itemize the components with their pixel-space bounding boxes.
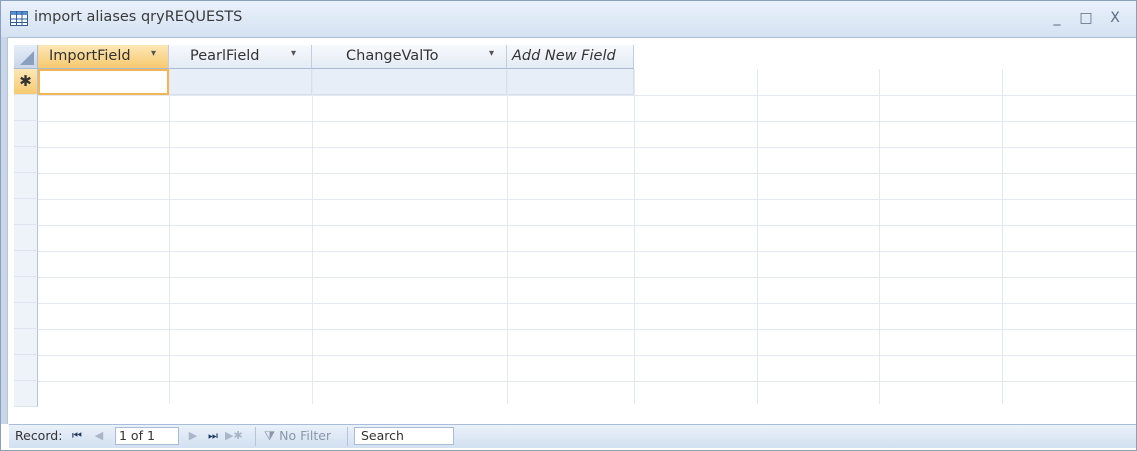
grid-row-line (14, 303, 1136, 304)
new-record-marker[interactable]: ✱ (14, 69, 38, 95)
row-selector (14, 225, 38, 251)
grid-column-line (312, 69, 313, 404)
column-header-pearlfield[interactable]: PearlField ▾ (169, 45, 312, 69)
filter-label: No Filter (279, 428, 332, 443)
grid-row-line (14, 355, 1136, 356)
grid-column-line (1002, 69, 1003, 404)
row-selector (14, 329, 38, 355)
select-all-button[interactable] (14, 45, 38, 69)
new-record-icon[interactable]: ▶✱ (225, 427, 243, 445)
row-selector (14, 277, 38, 303)
search-input[interactable]: Search (354, 427, 454, 445)
row-selector (14, 303, 38, 329)
row-selector (14, 355, 38, 381)
table-icon (10, 11, 28, 26)
new-record-cell-add-new-field[interactable] (507, 69, 634, 95)
grid-row-line (14, 381, 1136, 382)
window-title: import aliases qryREQUESTS (34, 9, 243, 25)
previous-record-icon[interactable]: ◀ (91, 427, 107, 445)
chevron-down-icon[interactable]: ▾ (291, 48, 296, 59)
last-record-icon[interactable]: ⏭ (205, 427, 221, 445)
close-icon[interactable]: X (1104, 7, 1126, 29)
column-header-label: ChangeValTo (346, 48, 439, 64)
grid-row-line (14, 199, 1136, 200)
grid-row-line (14, 147, 1136, 148)
row-selector (14, 173, 38, 199)
grid-column-line (757, 69, 758, 404)
new-record-cell-pearlfield[interactable] (169, 69, 312, 95)
column-header-label: PearlField (190, 48, 260, 64)
grid-column-line (169, 69, 170, 404)
grid-row-line (14, 277, 1136, 278)
title-bar: import aliases qryREQUESTS _ □ X (1, 1, 1136, 38)
column-header-label: Add New Field (512, 48, 616, 64)
new-record-cell-changevalto[interactable] (312, 69, 507, 95)
chevron-down-icon[interactable]: ▾ (489, 48, 494, 59)
grid-row-line (14, 95, 1136, 96)
first-record-icon[interactable]: ⏮ (69, 427, 85, 445)
row-selector (14, 381, 38, 407)
row-selector (14, 147, 38, 173)
column-header-add-new-field[interactable]: Add New Field (507, 45, 634, 69)
grid-row-line (14, 121, 1136, 122)
chevron-down-icon[interactable]: ▾ (151, 48, 156, 59)
record-selector-strip (1, 37, 8, 424)
column-header-importfield[interactable]: ImportField ▾ (38, 45, 169, 69)
navigation-bar: Record: ⏮ ◀ 1 of 1 ▶ ⏭ ▶✱ ⧩ No Filter Se… (9, 424, 1136, 448)
grid-row-line (14, 251, 1136, 252)
column-header-label: ImportField (49, 48, 131, 64)
next-record-icon[interactable]: ▶ (185, 427, 201, 445)
row-selector (14, 199, 38, 225)
row-selector (14, 121, 38, 147)
maximize-icon[interactable]: □ (1075, 7, 1097, 29)
new-record-cell-importfield[interactable] (38, 69, 169, 95)
row-selector (14, 251, 38, 277)
record-label: Record: (15, 428, 63, 443)
divider (347, 427, 348, 446)
grid-column-line (634, 69, 635, 404)
minimize-icon[interactable]: _ (1046, 7, 1068, 29)
row-selector (14, 95, 38, 121)
grid-row-line (14, 173, 1136, 174)
divider (255, 427, 256, 446)
grid-column-line (879, 69, 880, 404)
grid-row-line (14, 329, 1136, 330)
column-header-changevalto[interactable]: ChangeValTo ▾ (312, 45, 507, 69)
no-filter-button[interactable]: ⧩ No Filter (264, 428, 331, 444)
datasheet-window: import aliases qryREQUESTS _ □ X ImportF… (0, 0, 1137, 451)
grid-column-line (507, 69, 508, 404)
filter-icon: ⧩ (264, 428, 276, 443)
grid-row-line (14, 225, 1136, 226)
record-number-input[interactable]: 1 of 1 (115, 427, 179, 445)
